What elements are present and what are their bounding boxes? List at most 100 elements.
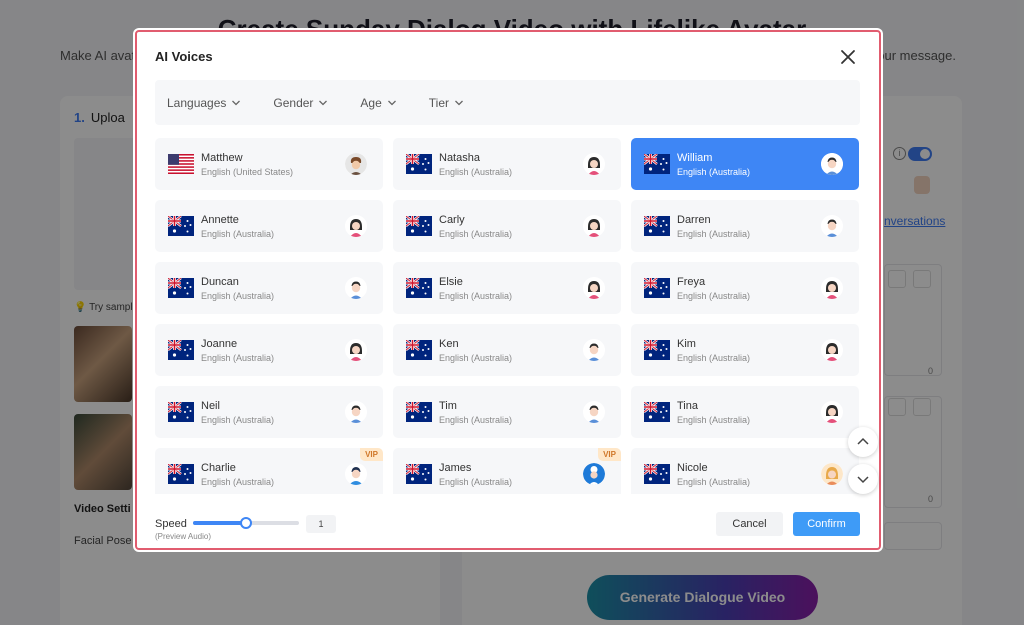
speed-slider[interactable] — [193, 516, 299, 530]
voice-name: Tim — [439, 400, 457, 412]
filter-tier[interactable]: Tier — [429, 96, 464, 110]
scroll-down-button[interactable] — [848, 464, 878, 494]
voice-card-freya[interactable]: Freya English (Australia) — [631, 262, 859, 314]
voice-avatar-icon[interactable] — [821, 463, 843, 485]
australia-flag-icon — [644, 154, 670, 174]
voice-avatar-icon[interactable] — [583, 339, 605, 361]
voice-avatar-icon[interactable] — [821, 401, 843, 423]
voice-name: Charlie — [201, 462, 236, 474]
voice-card-charlie[interactable]: Charlie English (Australia) VIP — [155, 448, 383, 494]
voice-card-james[interactable]: James English (Australia) VIP — [393, 448, 621, 494]
voice-avatar-icon[interactable] — [821, 215, 843, 237]
voice-name: Ken — [439, 338, 459, 350]
filter-age[interactable]: Age — [360, 96, 396, 110]
voice-avatar-icon[interactable] — [345, 215, 367, 237]
australia-flag-icon — [168, 464, 194, 484]
slider-fill — [193, 521, 246, 525]
filter-gender[interactable]: Gender — [273, 96, 328, 110]
chevron-down-icon — [232, 100, 241, 105]
ai-voices-modal: AI Voices Languages Gender Age Tier Matt… — [133, 28, 883, 552]
voice-avatar-icon[interactable] — [345, 401, 367, 423]
close-button[interactable] — [837, 46, 859, 68]
voice-avatar-icon[interactable] — [583, 401, 605, 423]
voice-card-annette[interactable]: Annette English (Australia) — [155, 200, 383, 252]
australia-flag-icon — [406, 464, 432, 484]
australia-flag-icon — [168, 402, 194, 422]
scroll-up-button[interactable] — [848, 427, 878, 457]
voice-language: English (Australia) — [677, 167, 751, 177]
voice-card-nicole[interactable]: Nicole English (Australia) — [631, 448, 859, 494]
confirm-button[interactable]: Confirm — [793, 512, 860, 536]
voice-language: English (Australia) — [439, 415, 513, 425]
voice-card-kim[interactable]: Kim English (Australia) — [631, 324, 859, 376]
voice-avatar-icon[interactable] — [345, 463, 367, 485]
australia-flag-icon — [168, 278, 194, 298]
voice-avatar-icon[interactable] — [583, 463, 605, 485]
voice-name: Matthew — [201, 152, 243, 164]
speed-sublabel: (Preview Audio) — [155, 532, 212, 541]
voice-name: Elsie — [439, 276, 463, 288]
voice-language: English (Australia) — [677, 353, 751, 363]
voice-card-elsie[interactable]: Elsie English (Australia) — [393, 262, 621, 314]
voice-avatar-icon[interactable] — [345, 339, 367, 361]
voice-language: English (Australia) — [201, 353, 275, 363]
australia-flag-icon — [406, 278, 432, 298]
australia-flag-icon — [644, 402, 670, 422]
voice-avatar-icon[interactable] — [583, 215, 605, 237]
voice-language: English (United States) — [201, 167, 294, 177]
voice-language: English (Australia) — [201, 291, 275, 301]
voice-card-neil[interactable]: Neil English (Australia) — [155, 386, 383, 438]
cancel-button[interactable]: Cancel — [716, 512, 783, 536]
australia-flag-icon — [644, 216, 670, 236]
voice-card-ken[interactable]: Ken English (Australia) — [393, 324, 621, 376]
slider-handle[interactable] — [240, 517, 252, 529]
vip-badge: VIP — [360, 448, 383, 461]
chevron-down-icon — [455, 100, 463, 105]
australia-flag-icon — [406, 402, 432, 422]
voice-avatar-icon[interactable] — [821, 277, 843, 299]
voice-name: Carly — [439, 214, 465, 226]
chevron-up-icon — [857, 437, 869, 445]
filter-bar: Languages Gender Age Tier — [155, 80, 860, 125]
filter-label: Gender — [273, 95, 314, 110]
filter-label: Tier — [428, 95, 450, 110]
voice-card-matthew[interactable]: Matthew English (United States) — [155, 138, 383, 190]
voice-card-tim[interactable]: Tim English (Australia) — [393, 386, 621, 438]
voice-avatar-icon[interactable] — [345, 277, 367, 299]
voice-avatar-icon[interactable] — [821, 153, 843, 175]
voice-name: Annette — [201, 214, 239, 226]
australia-flag-icon — [644, 340, 670, 360]
voice-card-darren[interactable]: Darren English (Australia) — [631, 200, 859, 252]
filter-languages[interactable]: Languages — [167, 96, 241, 110]
voice-language: English (Australia) — [677, 477, 751, 487]
voice-card-william[interactable]: William English (Australia) — [631, 138, 859, 190]
australia-flag-icon — [168, 216, 194, 236]
voice-language: English (Australia) — [439, 167, 513, 177]
voice-name: James — [439, 462, 472, 474]
voice-language: English (Australia) — [201, 477, 275, 487]
australia-flag-icon — [406, 340, 432, 360]
voice-avatar-icon[interactable] — [583, 277, 605, 299]
voice-language: English (Australia) — [201, 415, 275, 425]
speed-value[interactable]: 1 — [306, 515, 336, 533]
voice-grid: Matthew English (United States) Natasha Eng… — [155, 138, 860, 494]
australia-flag-icon — [644, 464, 670, 484]
voice-name: Natasha — [439, 152, 480, 164]
voice-language: English (Australia) — [677, 291, 751, 301]
voice-card-tina[interactable]: Tina English (Australia) — [631, 386, 859, 438]
voice-list[interactable]: Matthew English (United States) Natasha Eng… — [155, 138, 860, 494]
voice-avatar-icon[interactable] — [583, 153, 605, 175]
voice-card-duncan[interactable]: Duncan English (Australia) — [155, 262, 383, 314]
voice-avatar-icon[interactable] — [821, 339, 843, 361]
voice-avatar-icon[interactable] — [345, 153, 367, 175]
voice-name: Darren — [677, 214, 711, 226]
us-flag-icon — [168, 154, 194, 174]
voice-name: Freya — [677, 276, 706, 288]
australia-flag-icon — [406, 154, 432, 174]
voice-card-joanne[interactable]: Joanne English (Australia) — [155, 324, 383, 376]
voice-card-carly[interactable]: Carly English (Australia) — [393, 200, 621, 252]
voice-language: English (Australia) — [439, 229, 513, 239]
voice-card-natasha[interactable]: Natasha English (Australia) — [393, 138, 621, 190]
voice-language: English (Australia) — [677, 229, 751, 239]
australia-flag-icon — [406, 216, 432, 236]
